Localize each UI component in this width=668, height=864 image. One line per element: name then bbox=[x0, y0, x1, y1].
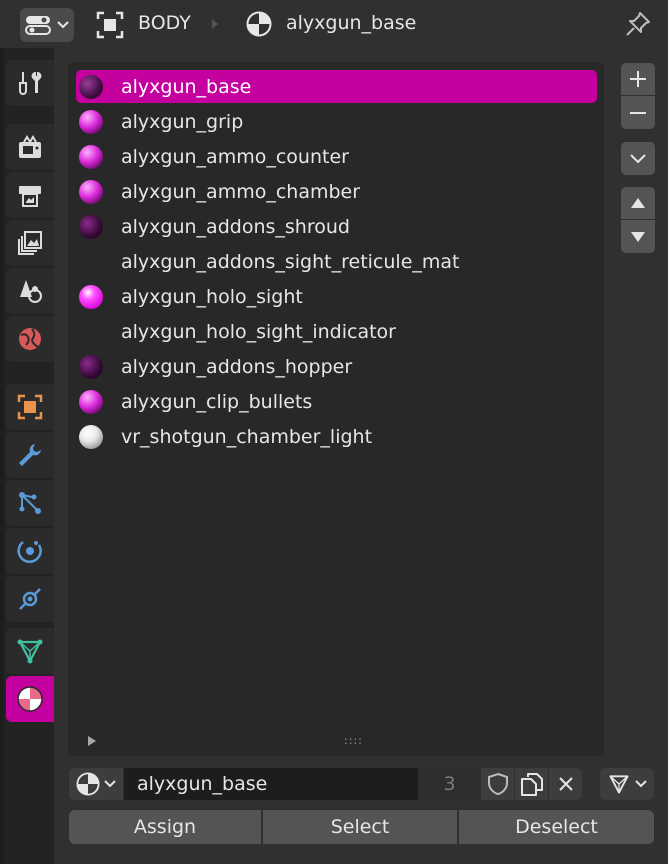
constraints-icon bbox=[19, 588, 41, 610]
list-item[interactable]: vr_shotgun_chamber_light bbox=[76, 420, 597, 453]
filter-options-toggle[interactable] bbox=[88, 736, 96, 746]
tab-output[interactable] bbox=[6, 172, 54, 218]
slot-specials-menu[interactable] bbox=[621, 142, 655, 175]
properties-tab-strip bbox=[0, 48, 54, 864]
triangle-up-icon bbox=[631, 198, 645, 208]
move-slot-up-button[interactable] bbox=[621, 187, 655, 219]
chevron-down-icon bbox=[630, 153, 646, 163]
tab-object[interactable] bbox=[6, 384, 54, 430]
view-layer-icon bbox=[18, 231, 42, 255]
list-item[interactable]: alyxgun_clip_bullets bbox=[76, 385, 597, 418]
list-item[interactable]: alyxgun_holo_sight_indicator bbox=[76, 315, 597, 348]
tab-scene[interactable] bbox=[6, 268, 54, 314]
close-icon bbox=[558, 777, 573, 791]
list-resize-grip[interactable]: :::: bbox=[344, 734, 363, 747]
editor-type-button[interactable] bbox=[20, 8, 74, 42]
list-item[interactable]: alyxgun_base bbox=[76, 70, 597, 103]
tab-world[interactable] bbox=[6, 316, 54, 362]
list-item[interactable]: alyxgun_addons_sight_reticule_mat bbox=[76, 245, 597, 278]
material-preview-icon bbox=[79, 284, 103, 309]
mesh-data-dropdown[interactable] bbox=[600, 768, 654, 800]
minus-icon bbox=[630, 111, 646, 114]
tab-render[interactable] bbox=[6, 124, 54, 170]
material-preview-icon bbox=[79, 74, 103, 99]
list-item[interactable]: alyxgun_ammo_chamber bbox=[76, 175, 597, 208]
triangle-down-icon bbox=[631, 231, 645, 242]
material-preview-empty bbox=[79, 250, 103, 274]
tab-tool[interactable] bbox=[6, 60, 54, 106]
object-data-icon bbox=[96, 11, 124, 39]
chevron-down-icon bbox=[57, 21, 69, 29]
list-item[interactable]: alyxgun_holo_sight bbox=[76, 280, 597, 313]
material-preview-icon bbox=[79, 354, 103, 379]
assign-button[interactable]: Assign bbox=[69, 810, 261, 844]
scene-icon bbox=[20, 280, 42, 303]
material-name-field[interactable]: alyxgun_base bbox=[124, 768, 418, 800]
material-preview-icon bbox=[79, 214, 103, 239]
list-item[interactable]: alyxgun_addons_shroud bbox=[76, 210, 597, 243]
tab-constraints[interactable] bbox=[6, 576, 54, 622]
tab-material[interactable] bbox=[6, 676, 54, 722]
add-slot-button[interactable] bbox=[621, 63, 655, 95]
output-icon bbox=[19, 186, 41, 207]
properties-editor-icon bbox=[25, 16, 51, 35]
list-item[interactable]: alyxgun_ammo_counter bbox=[76, 140, 597, 173]
mesh-data-icon bbox=[609, 775, 629, 794]
tab-physics[interactable] bbox=[6, 528, 54, 574]
tool-icon bbox=[19, 71, 42, 95]
remove-slot-button[interactable] bbox=[621, 96, 655, 129]
list-item[interactable]: alyxgun_addons_hopper bbox=[76, 350, 597, 383]
chevron-down-icon bbox=[104, 780, 116, 788]
material-name[interactable]: alyxgun_base bbox=[286, 12, 416, 34]
world-icon bbox=[19, 328, 41, 350]
material-preview-icon bbox=[79, 389, 103, 414]
material-slot-list[interactable]: alyxgun_base alyxgun_grip alyxgun_ammo_c… bbox=[68, 62, 604, 756]
tab-view-layer[interactable] bbox=[6, 220, 54, 266]
object-icon bbox=[17, 394, 43, 420]
mesh-data-icon bbox=[17, 639, 43, 664]
material-icon bbox=[17, 686, 43, 712]
wrench-icon bbox=[19, 444, 41, 466]
particles-icon bbox=[19, 492, 41, 514]
tab-data[interactable] bbox=[6, 628, 54, 674]
pin-icon[interactable] bbox=[624, 10, 652, 38]
object-name[interactable]: BODY bbox=[138, 12, 191, 34]
render-icon bbox=[19, 135, 41, 158]
properties-header: BODY alyxgun_base bbox=[0, 0, 668, 48]
deselect-button[interactable]: Deselect bbox=[459, 810, 654, 844]
fake-user-button[interactable] bbox=[481, 768, 514, 800]
material-preview-icon bbox=[79, 424, 103, 449]
material-preview-icon bbox=[79, 109, 103, 134]
breadcrumb-separator bbox=[212, 19, 218, 29]
user-count[interactable]: 3 bbox=[419, 768, 480, 800]
chevron-down-icon bbox=[635, 780, 647, 788]
material-preview-empty bbox=[79, 320, 103, 344]
duplicate-material-button[interactable] bbox=[515, 768, 548, 800]
material-icon bbox=[246, 11, 272, 37]
select-button[interactable]: Select bbox=[263, 810, 457, 844]
tab-particles[interactable] bbox=[6, 480, 54, 526]
material-icon bbox=[76, 772, 100, 796]
duplicate-icon bbox=[520, 773, 543, 796]
material-preview-icon bbox=[79, 144, 103, 169]
browse-material-button[interactable] bbox=[69, 768, 123, 800]
shield-icon bbox=[487, 772, 508, 796]
plus-icon bbox=[630, 71, 646, 87]
material-preview-icon bbox=[79, 179, 103, 204]
move-slot-down-button[interactable] bbox=[621, 220, 655, 253]
unlink-material-button[interactable] bbox=[549, 768, 582, 800]
tab-modifiers[interactable] bbox=[6, 432, 54, 478]
list-item[interactable]: alyxgun_grip bbox=[76, 105, 597, 138]
physics-icon bbox=[17, 541, 42, 563]
